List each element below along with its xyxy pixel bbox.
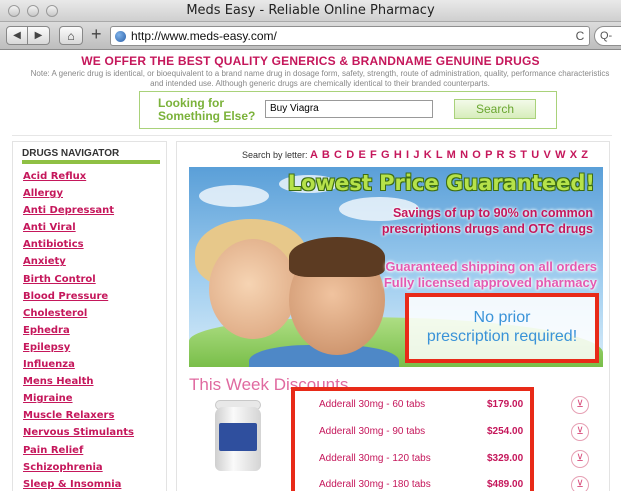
nav-buttons: ◀ ▶	[6, 26, 50, 45]
browser-toolbar: ◀ ▶ ⌂ + http://www.meds-easy.com/ C Q-	[0, 22, 621, 50]
no-prior-line2: prescription required!	[426, 328, 578, 345]
sidebar-item-acid-reflux[interactable]: Acid Reflux	[23, 168, 134, 185]
divider	[12, 135, 612, 136]
no-prior-prescription-callout: No prior prescription required!	[405, 293, 599, 363]
shopping-cart-icon[interactable]: ⊻	[571, 423, 589, 441]
search-input[interactable]: Buy Viagra	[265, 100, 433, 118]
home-button[interactable]: ⌂	[59, 26, 83, 45]
site-icon	[115, 30, 126, 42]
back-arrow-icon: ◀	[13, 30, 21, 41]
shopping-cart-icon[interactable]: ⊻	[571, 396, 589, 414]
offer-row: Adderall 30mg - 90 tabs $254.00 ⊻	[295, 422, 615, 444]
letter-links[interactable]: A B C D E F G H I J K L M N O P R S T U …	[310, 149, 589, 161]
drugs-navigator: DRUGS NAVIGATOR Acid Reflux Allergy Anti…	[12, 141, 167, 491]
window-titlebar: Meds Easy - Reliable Online Pharmacy	[0, 0, 621, 22]
search-by-letter-label: Search by letter:	[242, 150, 308, 160]
offer-row: Adderall 30mg - 180 tabs $489.00 ⊻	[295, 475, 615, 491]
search-label: Looking for Something Else?	[158, 97, 255, 123]
letter-search: Search by letter: A B C D E F G H I J K …	[242, 149, 589, 161]
offer-price: $254.00	[487, 426, 524, 437]
sidebar-item-nervous-stimulants[interactable]: Nervous Stimulants	[23, 424, 134, 441]
sidebar-item-migraine[interactable]: Migraine	[23, 390, 134, 407]
offer-price: $329.00	[487, 453, 524, 464]
url-text[interactable]: http://www.meds-easy.com/	[131, 29, 571, 43]
reload-icon[interactable]: C	[571, 29, 589, 43]
sidebar-title: DRUGS NAVIGATOR	[22, 148, 120, 159]
home-icon: ⌂	[67, 28, 75, 43]
discount-offers-highlight: Adderall 30mg - 60 tabs $179.00 ⊻ Addera…	[291, 387, 589, 491]
zoom-window-button[interactable]	[46, 5, 58, 17]
offer-row: Adderall 30mg - 120 tabs $329.00 ⊻	[295, 449, 615, 471]
shopping-cart-icon[interactable]: ⊻	[571, 450, 589, 468]
banner-shipping: Guaranteed shipping on all orders Fully …	[384, 259, 597, 291]
sidebar-item-blood-pressure[interactable]: Blood Pressure	[23, 288, 134, 305]
close-window-button[interactable]	[8, 5, 20, 17]
web-page: WE OFFER THE BEST QUALITY GENERICS & BRA…	[0, 51, 621, 491]
banner-savings-line1: Savings of up to 90% on common	[392, 206, 593, 220]
address-bar[interactable]: http://www.meds-easy.com/ C	[110, 26, 590, 46]
sidebar-item-birth-control[interactable]: Birth Control	[23, 271, 134, 288]
window-title: Meds Easy - Reliable Online Pharmacy	[186, 3, 435, 18]
generic-note: Note: A generic drug is identical, or bi…	[30, 69, 610, 88]
main-content: Search by letter: A B C D E F G H I J K …	[176, 141, 610, 491]
banner-savings-line2: prescriptions drugs and OTC drugs	[381, 222, 593, 236]
forward-button[interactable]: ▶	[28, 26, 50, 45]
sidebar-item-anti-viral[interactable]: Anti Viral	[23, 219, 134, 236]
minimize-window-button[interactable]	[27, 5, 39, 17]
banner-shipping-line1: Guaranteed shipping on all orders	[385, 259, 597, 274]
banner-savings: Savings of up to 90% on common prescript…	[382, 205, 593, 237]
window-controls	[8, 5, 58, 17]
offer-row: Adderall 30mg - 60 tabs $179.00 ⊻	[295, 395, 615, 417]
pill-bottle-label	[219, 423, 257, 451]
browser-search-field[interactable]: Q-	[594, 26, 621, 46]
add-bookmark-button[interactable]: +	[91, 24, 102, 45]
sidebar-item-antibiotics[interactable]: Antibiotics	[23, 236, 134, 253]
offer-price: $489.00	[487, 479, 524, 490]
offer-name[interactable]: Adderall 30mg - 120 tabs	[319, 453, 431, 464]
sidebar-item-cholesterol[interactable]: Cholesterol	[23, 305, 134, 322]
back-button[interactable]: ◀	[6, 26, 28, 45]
banner-shipping-line2: Fully licensed approved pharmacy	[383, 275, 597, 290]
offer-name[interactable]: Adderall 30mg - 60 tabs	[319, 399, 425, 410]
search-button[interactable]: Search	[454, 99, 536, 119]
sidebar-item-schizophrenia[interactable]: Schizophrenia	[23, 459, 134, 476]
cloud-decoration	[199, 185, 269, 207]
sidebar-item-mens-health[interactable]: Mens Health	[23, 373, 134, 390]
offer-headline: WE OFFER THE BEST QUALITY GENERICS & BRA…	[81, 54, 540, 68]
no-prior-line1: No prior	[473, 309, 531, 326]
sidebar-item-pain-relief[interactable]: Pain Relief	[23, 442, 134, 459]
woman-face	[209, 239, 297, 339]
man-hair	[289, 237, 385, 277]
sidebar-item-muscle-relaxers[interactable]: Muscle Relaxers	[23, 407, 134, 424]
sidebar-item-sleep-insomnia[interactable]: Sleep & Insomnia	[23, 476, 134, 491]
sidebar-item-allergy[interactable]: Allergy	[23, 185, 134, 202]
forward-arrow-icon: ▶	[34, 30, 43, 41]
sidebar-item-anti-depressant[interactable]: Anti Depressant	[23, 202, 134, 219]
sidebar-item-anxiety[interactable]: Anxiety	[23, 253, 134, 270]
sidebar-item-influenza[interactable]: Influenza	[23, 356, 134, 373]
sidebar-item-epilepsy[interactable]: Epilepsy	[23, 339, 134, 356]
shopping-cart-icon[interactable]: ⊻	[571, 476, 589, 491]
sidebar-list: Acid Reflux Allergy Anti Depressant Anti…	[23, 168, 134, 491]
search-label-line2: Something Else?	[158, 109, 256, 123]
site-search-box: Looking for Something Else? Buy Viagra S…	[139, 91, 557, 129]
offer-price: $179.00	[487, 399, 524, 410]
offer-name[interactable]: Adderall 30mg - 90 tabs	[319, 426, 425, 437]
banner-headline: Lowest Price Guaranteed!	[287, 171, 595, 195]
offer-name[interactable]: Adderall 30mg - 180 tabs	[319, 479, 431, 490]
sidebar-item-ephedra[interactable]: Ephedra	[23, 322, 134, 339]
sidebar-title-bar	[22, 160, 160, 164]
plus-icon: +	[91, 24, 102, 44]
